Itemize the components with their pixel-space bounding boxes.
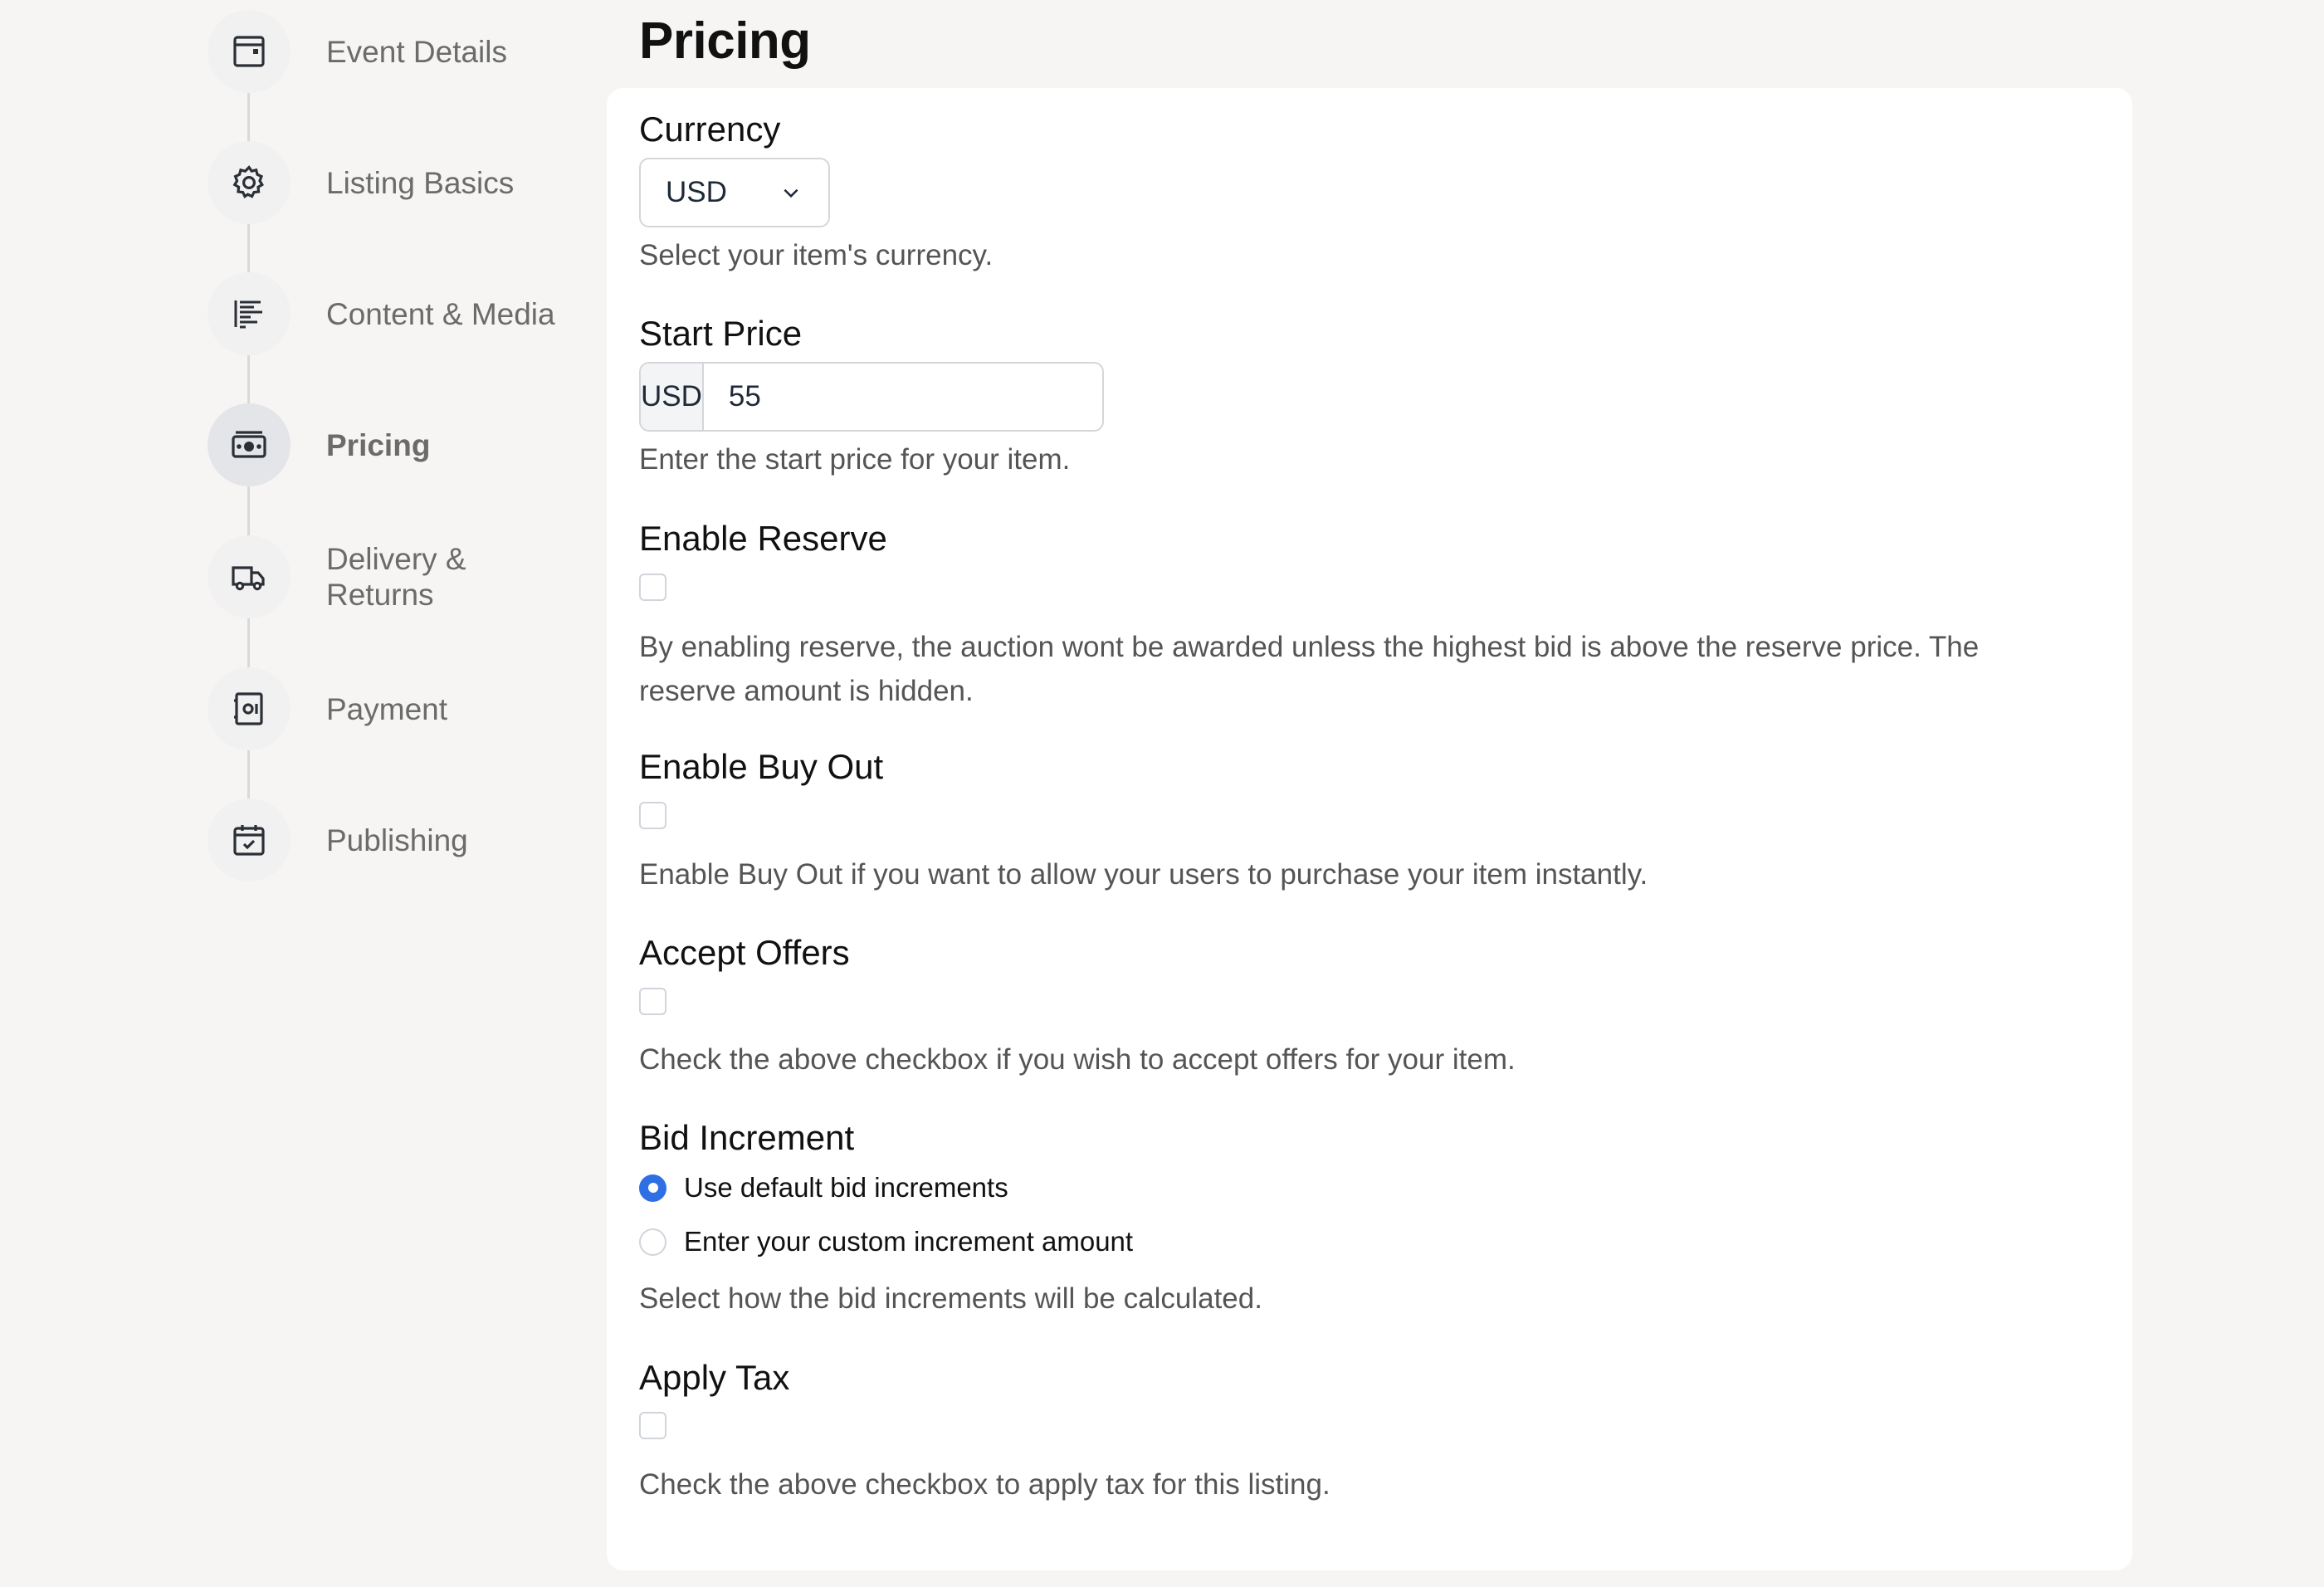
currency-help-text: Select your item's currency. — [639, 239, 994, 271]
step-icon-container — [208, 10, 290, 93]
radio-label: Use default bid increments — [684, 1172, 1008, 1203]
enable-buy-out-label: Enable Buy Out — [639, 747, 884, 786]
step-content-media[interactable]: Content & Media — [208, 272, 581, 355]
stepper-connector — [247, 618, 250, 671]
progress-stepper: Event Details Listing Basics Content & M… — [208, 0, 581, 1587]
step-delivery-returns[interactable]: Delivery & Returns — [208, 535, 581, 618]
step-label: Publishing — [326, 823, 468, 857]
currency-selected-value: USD — [666, 176, 727, 208]
stepper-connector — [247, 83, 250, 149]
radio-custom-increment[interactable]: Enter your custom increment amount — [639, 1226, 1133, 1257]
page-title: Pricing — [639, 12, 811, 70]
step-icon-container — [208, 535, 290, 618]
radio-label: Enter your custom increment amount — [684, 1226, 1134, 1257]
radio-default-increments[interactable]: Use default bid increments — [639, 1172, 1008, 1204]
step-icon-container — [208, 403, 290, 486]
stepper-connector — [247, 345, 250, 412]
step-icon-container — [208, 798, 290, 881]
step-label: Payment — [326, 691, 448, 726]
currency-select[interactable]: USD — [639, 158, 830, 227]
pricing-form-panel — [607, 88, 2132, 1570]
stepper-connector — [247, 214, 250, 281]
truck-icon — [232, 566, 265, 591]
currency-label: Currency — [639, 110, 781, 149]
start-price-input-group: USD — [639, 362, 1104, 432]
enable-buy-out-checkbox[interactable] — [639, 802, 666, 829]
text-lines-icon — [234, 300, 262, 329]
safe-icon — [234, 692, 263, 725]
enable-buy-out-help-text: Enable Buy Out if you want to allow your… — [639, 858, 1648, 891]
accept-offers-label: Accept Offers — [639, 933, 850, 972]
step-label: Content & Media — [326, 296, 555, 331]
step-pricing[interactable]: Pricing — [208, 403, 581, 486]
apply-tax-checkbox[interactable] — [639, 1412, 666, 1439]
bid-increment-label: Bid Increment — [639, 1118, 855, 1157]
apply-tax-label: Apply Tax — [639, 1358, 790, 1397]
step-publishing[interactable]: Publishing — [208, 798, 581, 881]
step-payment[interactable]: Payment — [208, 667, 581, 750]
money-icon — [232, 431, 266, 458]
chevron-down-icon — [784, 188, 798, 198]
step-label: Listing Basics — [326, 165, 515, 200]
step-label: Delivery & Returns — [326, 542, 466, 612]
accept-offers-help-text: Check the above checkbox if you wish to … — [639, 1043, 1516, 1076]
step-event-details[interactable]: Event Details — [208, 10, 581, 93]
start-price-input[interactable] — [703, 364, 1102, 430]
step-listing-basics[interactable]: Listing Basics — [208, 141, 581, 224]
gear-icon — [232, 165, 264, 198]
step-icon-container — [208, 272, 290, 355]
step-icon-container — [208, 141, 290, 224]
radio-button[interactable] — [639, 1228, 666, 1256]
enable-reserve-checkbox[interactable] — [639, 574, 666, 601]
enable-reserve-label: Enable Reserve — [639, 519, 887, 558]
step-label: Pricing — [326, 427, 431, 462]
start-price-label: Start Price — [639, 314, 803, 353]
step-icon-container — [208, 667, 290, 750]
currency-addon: USD — [641, 364, 704, 430]
step-label: Event Details — [326, 34, 507, 69]
start-price-help-text: Enter the start price for your item. — [639, 443, 1071, 476]
event-card-icon — [233, 36, 265, 67]
enable-reserve-help-text: By enabling reserve, the auction wont be… — [639, 631, 1980, 707]
radio-button[interactable] — [639, 1174, 666, 1202]
bid-increment-help-text: Select how the bid increments will be ca… — [639, 1282, 1262, 1315]
accept-offers-checkbox[interactable] — [639, 988, 666, 1015]
apply-tax-help-text: Check the above checkbox to apply tax fo… — [639, 1468, 1330, 1501]
calendar-check-icon — [233, 825, 265, 856]
